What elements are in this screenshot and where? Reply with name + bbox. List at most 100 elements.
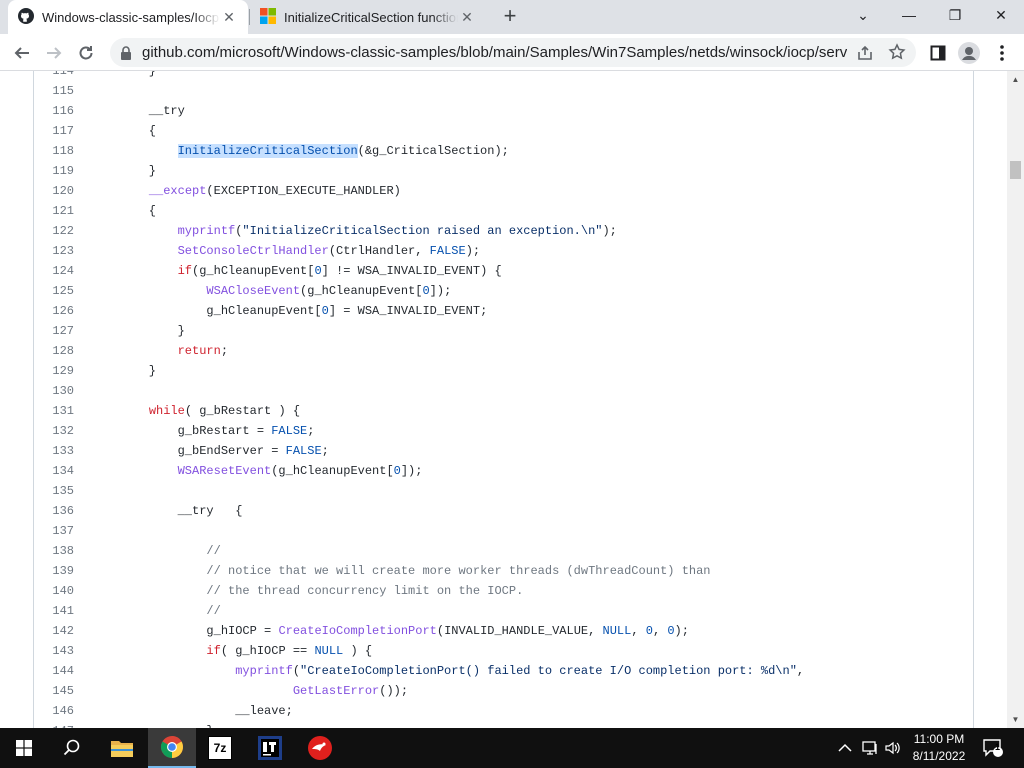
line-number[interactable]: 114 — [34, 71, 74, 78]
code-line: 138 // — [34, 541, 804, 561]
tab-close-icon[interactable]: ✕ — [458, 9, 476, 26]
line-number[interactable]: 143 — [34, 644, 74, 658]
profile-button[interactable] — [955, 39, 983, 67]
start-button[interactable] — [0, 728, 48, 768]
line-number[interactable]: 134 — [34, 464, 74, 478]
side-panel-icon — [930, 45, 946, 61]
line-number[interactable]: 121 — [34, 204, 74, 218]
taskbar-clock[interactable]: 11:00 PM 8/11/2022 — [905, 731, 973, 765]
sevenzip-icon: 7z — [208, 736, 232, 760]
close-window-button[interactable]: ✕ — [978, 0, 1024, 30]
code-line: 123 SetConsoleCtrlHandler(CtrlHandler, F… — [34, 241, 804, 261]
back-button[interactable] — [8, 39, 36, 67]
code-line: 116 __try — [34, 101, 804, 121]
line-number[interactable]: 136 — [34, 504, 74, 518]
forward-button[interactable] — [40, 39, 68, 67]
line-number[interactable]: 124 — [34, 264, 74, 278]
taskbar-chrome[interactable] — [148, 728, 196, 768]
volume-icon[interactable] — [884, 728, 902, 768]
code-text: // — [206, 544, 221, 558]
code-text: g_hIOCP = CreateIoCompletionPort(INVALID… — [120, 624, 689, 638]
taskbar-red-app[interactable] — [296, 728, 344, 768]
url-text: github.com/microsoft/Windows-classic-sam… — [142, 44, 847, 61]
code-viewer: 114 } 115 116 __try 117 {118 InitializeCrit… — [33, 71, 974, 728]
line-number[interactable]: 117 — [34, 124, 74, 138]
share-icon[interactable] — [856, 44, 874, 66]
tray-overflow-icon[interactable] — [838, 728, 852, 768]
line-number[interactable]: 145 — [34, 684, 74, 698]
side-panel-button[interactable] — [924, 39, 952, 67]
clock-time: 11:00 PM — [913, 732, 965, 746]
code-line: 121 { — [34, 201, 804, 221]
taskbar-7zip[interactable]: 7z — [196, 728, 244, 768]
tab-close-icon[interactable]: ✕ — [220, 9, 238, 26]
star-icon[interactable] — [888, 43, 906, 65]
code-line: 136 __try { — [34, 501, 804, 521]
line-number[interactable]: 126 — [34, 304, 74, 318]
network-icon[interactable] — [862, 728, 880, 768]
code-text: __leave; — [120, 704, 293, 718]
code-line: 139 // notice that we will create more w… — [34, 561, 804, 581]
line-number[interactable]: 131 — [34, 404, 74, 418]
line-number[interactable]: 140 — [34, 584, 74, 598]
restore-button[interactable]: ❐ — [932, 0, 978, 30]
tab-github[interactable]: Windows-classic-samples/IocpServer ✕ — [8, 0, 248, 34]
line-number[interactable]: 142 — [34, 624, 74, 638]
address-bar[interactable]: github.com/microsoft/Windows-classic-sam… — [110, 38, 916, 67]
code-line: 124 if(g_hCleanupEvent[0] != WSA_INVALID… — [34, 261, 804, 281]
line-number[interactable]: 128 — [34, 344, 74, 358]
line-number[interactable]: 130 — [34, 384, 74, 398]
url-path: /microsoft/Windows-classic-samples/blob/… — [215, 44, 847, 61]
scroll-down-icon[interactable]: ▼ — [1007, 711, 1024, 728]
scroll-up-icon[interactable]: ▲ — [1007, 71, 1024, 88]
line-number[interactable]: 127 — [34, 324, 74, 338]
taskbar-file-explorer[interactable] — [98, 728, 146, 768]
line-number[interactable]: 120 — [34, 184, 74, 198]
code-text: // the thread concurrency limit on the I… — [206, 584, 524, 598]
page-scrollbar[interactable]: ▲ ▼ — [1007, 71, 1024, 728]
code-text: __try { — [120, 504, 243, 518]
line-number[interactable]: 123 — [34, 244, 74, 258]
line-number[interactable]: 119 — [34, 164, 74, 178]
line-number[interactable]: 125 — [34, 284, 74, 298]
code-lines: 114 } 115 116 __try 117 {118 InitializeCrit… — [34, 71, 804, 728]
line-number[interactable]: 139 — [34, 564, 74, 578]
scroll-thumb[interactable] — [1010, 161, 1021, 179]
line-number[interactable]: 135 — [34, 484, 74, 498]
folder-icon — [111, 741, 133, 757]
code-line: 142 g_hIOCP = CreateIoCompletionPort(INV… — [34, 621, 804, 641]
line-number[interactable]: 144 — [34, 664, 74, 678]
line-number[interactable]: 133 — [34, 444, 74, 458]
taskbar-ide[interactable] — [246, 728, 294, 768]
minimize-button[interactable]: — — [886, 0, 932, 30]
notification-center-button[interactable]: 1 — [982, 728, 1004, 768]
lock-icon — [121, 45, 131, 60]
code-text: g_bEndServer = FALSE; — [120, 444, 329, 458]
line-number[interactable]: 146 — [34, 704, 74, 718]
github-icon — [18, 7, 34, 27]
line-number[interactable]: 116 — [34, 104, 74, 118]
menu-button[interactable] — [988, 39, 1016, 67]
code-text: // — [206, 604, 221, 618]
code-line: 128 return; — [34, 341, 804, 361]
line-number[interactable]: 129 — [34, 364, 74, 378]
line-number[interactable]: 115 — [34, 84, 74, 98]
code-text: WSAResetEvent(g_hCleanupEvent[0]); — [177, 464, 423, 478]
tab-microsoft-docs[interactable]: InitializeCriticalSection function (sync… — [250, 0, 486, 34]
code-line: 140 // the thread concurrency limit on t… — [34, 581, 804, 601]
search-button[interactable] — [48, 728, 96, 768]
line-number[interactable]: 141 — [34, 604, 74, 618]
line-number[interactable]: 118 — [34, 144, 74, 158]
line-number[interactable]: 132 — [34, 424, 74, 438]
new-tab-button[interactable]: + — [498, 5, 522, 29]
notification-icon — [983, 739, 1003, 757]
line-number[interactable]: 122 — [34, 224, 74, 238]
line-number[interactable]: 138 — [34, 544, 74, 558]
arrow-right-icon — [47, 47, 62, 59]
reload-button[interactable] — [72, 39, 100, 67]
line-number[interactable]: 137 — [34, 524, 74, 538]
tab-search-icon[interactable]: ⌄ — [840, 0, 886, 30]
code-line: 129 } — [34, 361, 804, 381]
code-line: 131 while( g_bRestart ) { — [34, 401, 804, 421]
code-text: g_hCleanupEvent[0] = WSA_INVALID_EVENT; — [120, 304, 488, 318]
